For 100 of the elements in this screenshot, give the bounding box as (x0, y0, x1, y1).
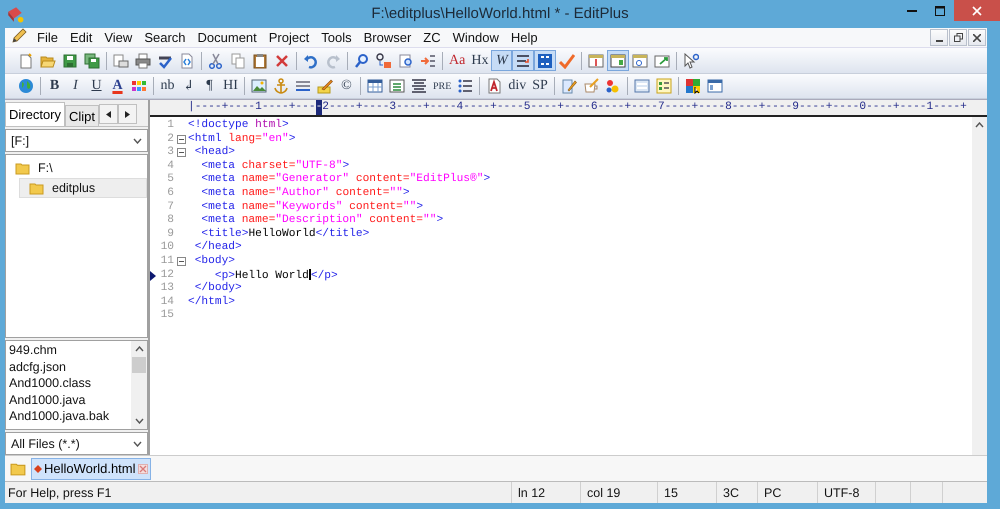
panel-left-icon (588, 52, 604, 68)
close-icon (972, 6, 982, 16)
format-button[interactable]: ¶ (199, 76, 220, 96)
redo-icon (325, 52, 341, 68)
directory-entry[interactable]: adcfg.json (9, 358, 128, 375)
clipboard-icon (252, 52, 268, 68)
table-icon (367, 78, 383, 94)
pencil-icon (11, 28, 27, 44)
menu-item[interactable]: Document (192, 28, 263, 47)
close-button[interactable] (968, 29, 986, 46)
triangle-right-icon (125, 110, 130, 118)
menu-item[interactable]: Tools (315, 28, 358, 47)
save-all-icon (84, 52, 100, 68)
menu-item[interactable]: Browser (358, 28, 418, 47)
format-button[interactable]: B (44, 76, 65, 96)
chevron-down-icon (133, 138, 142, 144)
ruler: |----+----1----+----2----+----3----+----4----+----5----+----6----+----7----+----8----+----9----+----0----+----1----+ (150, 100, 987, 117)
format-button[interactable]: A (107, 76, 128, 96)
line-number: 5 (167, 173, 174, 187)
format-button[interactable]: SP (529, 76, 551, 96)
status-field: 3C (723, 486, 739, 500)
window-icon (706, 78, 723, 94)
code-line: <meta name="Description" content=""> (200, 214, 444, 228)
window-title: F:\editplus\HelloWorld.html * - EditPlus (371, 5, 629, 22)
close-icon (973, 34, 981, 42)
menu-item[interactable]: File (31, 28, 64, 47)
document-tab[interactable]: HelloWorld.html (31, 458, 151, 480)
color-grid-icon (131, 78, 147, 94)
status-field: 15 (664, 486, 678, 500)
directory-entry[interactable]: And1000.class (9, 375, 128, 392)
app-icon (6, 5, 24, 23)
menu-item[interactable]: ZC (417, 28, 447, 47)
fold-icon[interactable] (176, 134, 186, 144)
scissors-icon (208, 52, 224, 68)
scroll-right-button[interactable] (118, 104, 138, 124)
menu-item[interactable]: Help (504, 28, 544, 47)
format-button[interactable]: I (65, 76, 86, 96)
tree-item[interactable]: editplus (19, 178, 147, 198)
restore-button[interactable] (949, 29, 967, 46)
minimize-icon (907, 10, 917, 12)
format-button[interactable]: nb (157, 76, 178, 96)
globe-icon (18, 78, 34, 94)
fold-icon[interactable] (176, 148, 186, 158)
menu-item[interactable]: Edit (64, 28, 98, 47)
fold-icon[interactable] (176, 257, 186, 266)
line-number: 4 (167, 160, 174, 174)
directory-entry[interactable]: And1000.java (9, 392, 128, 408)
code-line: </html> (188, 296, 235, 310)
menu-item[interactable]: Window (446, 28, 505, 47)
line-number: 8 (167, 214, 174, 228)
anchor-icon (273, 78, 289, 94)
format-button[interactable]: Aa (446, 50, 468, 71)
code-line: <meta name="Generator" content="EditPlus®"> (200, 173, 490, 186)
format-button[interactable]: ↲ (178, 76, 199, 96)
align-lines-icon (411, 78, 427, 94)
goto-line-icon (420, 52, 436, 68)
toolbar-button[interactable] (607, 50, 630, 71)
line-number: 11 (160, 254, 174, 269)
wrap-lines-icon (515, 52, 532, 68)
format-button[interactable]: W (491, 50, 512, 71)
delete-icon (274, 52, 290, 68)
panel-search-icon (632, 52, 648, 68)
scrollbar[interactable] (131, 341, 147, 429)
tick-icon (559, 52, 576, 68)
format-button[interactable]: U (86, 76, 107, 96)
line-number: 6 (167, 186, 174, 201)
format-button[interactable]: HI (220, 76, 241, 96)
menu-item[interactable]: Search (138, 28, 192, 47)
print-preview-icon (113, 52, 129, 68)
form-icon (656, 78, 672, 94)
format-button[interactable]: Hx (468, 50, 492, 71)
panel-tab[interactable]: Directory (5, 102, 66, 126)
bullet-list-icon (457, 78, 474, 94)
drive-dropdown[interactable]: [F:] (5, 129, 148, 152)
format-button[interactable]: PRE (430, 76, 454, 96)
chevron-up-icon (134, 346, 144, 352)
directory-entry[interactable]: And1000.java.bak (9, 408, 128, 424)
format-button[interactable]: div (505, 76, 530, 96)
maximize-icon (935, 6, 945, 16)
scrollbar[interactable] (972, 117, 987, 455)
directory-entry[interactable]: 949.chm (9, 342, 128, 358)
scrollbar-thumb[interactable] (132, 357, 146, 373)
chevron-down-icon (134, 418, 144, 424)
toolbar-button[interactable] (534, 50, 556, 71)
undo-icon (303, 52, 319, 68)
menu-item[interactable]: Project (262, 28, 316, 47)
line-number: 15 (160, 309, 174, 323)
format-button[interactable]: © (336, 76, 357, 96)
minimize-button[interactable] (930, 29, 948, 46)
image-icon (251, 78, 267, 94)
status-field: UTF-8 (824, 486, 860, 500)
tree-item[interactable]: F:\ (6, 158, 147, 178)
close-button[interactable] (954, 0, 1000, 21)
code-line: <meta name="Keywords" content=""> (200, 200, 424, 214)
filter-dropdown[interactable]: All Files (*.*) (5, 432, 148, 455)
toolbar-button[interactable] (512, 50, 534, 71)
menu-item[interactable]: View (98, 28, 138, 47)
panel-tab[interactable]: Clipt (65, 105, 100, 126)
pills-icon (604, 78, 621, 94)
scroll-left-button[interactable] (99, 104, 118, 124)
